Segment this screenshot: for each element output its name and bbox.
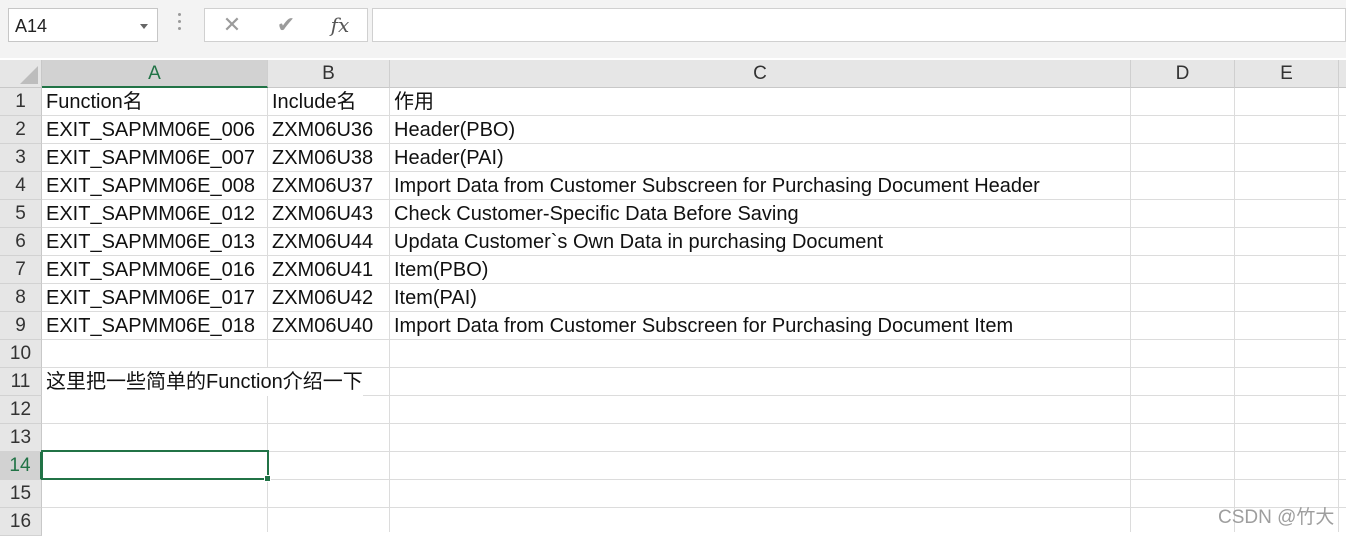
active-cell-selection[interactable] xyxy=(41,450,269,480)
name-box[interactable]: A14 xyxy=(8,8,158,42)
row-header-9[interactable]: 9 xyxy=(0,312,42,340)
formula-bar: A14 ✕ ✔ fx xyxy=(0,0,1346,58)
cell-b6[interactable]: ZXM06U44 xyxy=(268,228,373,256)
column-header-a[interactable]: A xyxy=(42,60,268,88)
column-header-e[interactable]: E xyxy=(1235,60,1339,88)
cell-b1[interactable]: Include名 xyxy=(268,88,357,116)
cell-c1[interactable]: 作用 xyxy=(390,88,434,116)
row-header-1[interactable]: 1 xyxy=(0,88,42,116)
row-header-13[interactable]: 13 xyxy=(0,424,42,452)
enter-icon[interactable]: ✔ xyxy=(261,9,311,41)
column-header-b[interactable]: B xyxy=(268,60,390,88)
cell-b8[interactable]: ZXM06U42 xyxy=(268,284,373,312)
cell-b9[interactable]: ZXM06U40 xyxy=(268,312,373,340)
cell-a5[interactable]: EXIT_SAPMM06E_012 xyxy=(42,200,255,228)
row-header-3[interactable]: 3 xyxy=(0,144,42,172)
cell-c7[interactable]: Item(PBO) xyxy=(390,256,488,284)
column-header-d[interactable]: D xyxy=(1131,60,1235,88)
insert-function-icon[interactable]: fx xyxy=(315,9,365,41)
gridline xyxy=(1234,88,1235,532)
row-header-15[interactable]: 15 xyxy=(0,480,42,508)
row-header-5[interactable]: 5 xyxy=(0,200,42,228)
worksheet-grid: A B C D E 1 2 3 4 5 6 7 8 9 10 11 12 13 … xyxy=(0,58,1346,536)
gridline xyxy=(1130,88,1131,532)
select-all-button[interactable] xyxy=(0,60,42,88)
row-header-6[interactable]: 6 xyxy=(0,228,42,256)
cancel-icon[interactable]: ✕ xyxy=(207,9,257,41)
cell-a3[interactable]: EXIT_SAPMM06E_007 xyxy=(42,144,255,172)
cell-a1[interactable]: Function名 xyxy=(42,88,143,116)
cell-b4[interactable]: ZXM06U37 xyxy=(268,172,373,200)
cell-a8[interactable]: EXIT_SAPMM06E_017 xyxy=(42,284,255,312)
column-header-f[interactable] xyxy=(1339,60,1346,88)
fill-handle[interactable] xyxy=(264,475,271,482)
name-box-value: A14 xyxy=(15,16,48,36)
cell-c3[interactable]: Header(PAI) xyxy=(390,144,504,172)
cell-c6[interactable]: Updata Customer`s Own Data in purchasing… xyxy=(390,228,883,256)
row-header-11[interactable]: 11 xyxy=(0,368,42,396)
cell-c8[interactable]: Item(PAI) xyxy=(390,284,477,312)
formula-buttons: ✕ ✔ fx xyxy=(204,8,368,42)
cell-c5[interactable]: Check Customer-Specific Data Before Savi… xyxy=(390,200,799,228)
cell-c4[interactable]: Import Data from Customer Subscreen for … xyxy=(390,172,1040,200)
cell-b3[interactable]: ZXM06U38 xyxy=(268,144,373,172)
formula-input[interactable] xyxy=(372,8,1346,42)
cell-b5[interactable]: ZXM06U43 xyxy=(268,200,373,228)
gridline xyxy=(1338,88,1339,532)
cell-a2[interactable]: EXIT_SAPMM06E_006 xyxy=(42,116,255,144)
cell-a9[interactable]: EXIT_SAPMM06E_018 xyxy=(42,312,255,340)
column-header-c[interactable]: C xyxy=(390,60,1131,88)
chevron-down-icon[interactable] xyxy=(140,24,148,29)
row-header-7[interactable]: 7 xyxy=(0,256,42,284)
row-header-4[interactable]: 4 xyxy=(0,172,42,200)
cell-a4[interactable]: EXIT_SAPMM06E_008 xyxy=(42,172,255,200)
cell-c2[interactable]: Header(PBO) xyxy=(390,116,515,144)
cell-a7[interactable]: EXIT_SAPMM06E_016 xyxy=(42,256,255,284)
drag-handle-icon[interactable] xyxy=(178,13,182,35)
row-header-8[interactable]: 8 xyxy=(0,284,42,312)
cell-b2[interactable]: ZXM06U36 xyxy=(268,116,373,144)
cell-c9[interactable]: Import Data from Customer Subscreen for … xyxy=(390,312,1013,340)
row-header-2[interactable]: 2 xyxy=(0,116,42,144)
row-header-12[interactable]: 12 xyxy=(0,396,42,424)
watermark: CSDN @竹大 xyxy=(1218,507,1335,528)
cell-a6[interactable]: EXIT_SAPMM06E_013 xyxy=(42,228,255,256)
row-header-14[interactable]: 14 xyxy=(0,452,42,480)
gridline xyxy=(42,507,1346,508)
cell-a11[interactable]: 这里把一些简单的Function介绍一下 xyxy=(42,368,363,396)
row-header-10[interactable]: 10 xyxy=(0,340,42,368)
cell-b7[interactable]: ZXM06U41 xyxy=(268,256,373,284)
gridline xyxy=(42,423,1346,424)
